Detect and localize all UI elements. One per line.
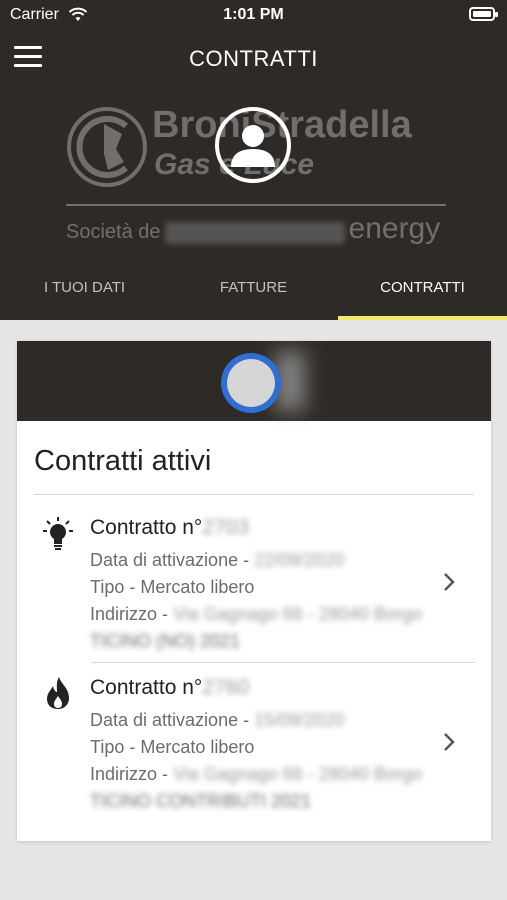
contract-item[interactable]: Contratto n°2703 Data di attivazione - 2… (17, 506, 491, 656)
chevron-right-icon (444, 573, 455, 591)
tab-contratti[interactable]: CONTRATTI (338, 270, 507, 320)
contract-title: Contratto n°2703 (90, 516, 249, 540)
activation-date: 15/09/2020 (254, 710, 345, 730)
logo-text-company: Società de energy (66, 212, 440, 246)
contracts-card: Contratti attivi Contratto n°2703 Data d… (17, 341, 491, 841)
address-continued: TICINO (NO) 2021 (90, 631, 241, 651)
profile-badge (221, 353, 281, 413)
address-continued: TICINO CONTRIBUTI 2021 (90, 791, 312, 811)
tab-fatture[interactable]: FATTURE (169, 270, 338, 320)
clock: 1:01 PM (223, 6, 284, 23)
activation-date: 22/09/2020 (254, 550, 345, 570)
contract-activation: Data di attivazione - 22/09/2020 (90, 550, 344, 571)
section-title: Contratti attivi (34, 445, 212, 477)
app-header: CONTRATTI BroniStradella Gas e Luce Soci… (0, 30, 507, 320)
redacted-company-name (164, 221, 345, 244)
battery-icon (469, 7, 498, 21)
status-bar: Carrier 1:01 PM (0, 0, 507, 30)
activation-label: Data di attivazione - (90, 710, 255, 730)
tab-i-tuoi-dati[interactable]: I TUOI DATI (0, 270, 169, 320)
address-label: Indirizzo - (90, 764, 174, 784)
contract-item[interactable]: Contratto n°2760 Data di attivazione - 1… (17, 666, 491, 816)
contract-activation: Data di attivazione - 15/09/2020 (90, 710, 344, 731)
logo-mark-icon (67, 107, 147, 187)
chevron-right-icon (444, 733, 455, 751)
flame-icon (47, 677, 69, 709)
lightbulb-icon (43, 517, 73, 550)
address-value: Via Gagnago 66 - 28040 Borgo (173, 604, 422, 624)
address-value: Via Gagnago 66 - 28040 Borgo (173, 764, 422, 784)
contract-title-prefix: Contratto n° (90, 516, 203, 539)
page-title: CONTRATTI (189, 46, 318, 71)
logo-divider (66, 204, 446, 206)
contract-title: Contratto n°2760 (90, 676, 249, 700)
contract-address: Indirizzo - Via Gagnago 66 - 28040 Borgo (90, 604, 422, 625)
tab-bar: I TUOI DATI FATTURE CONTRATTI (0, 270, 507, 320)
address-label: Indirizzo - (90, 604, 174, 624)
item-divider (91, 662, 476, 663)
contract-address: Indirizzo - Via Gagnago 66 - 28040 Borgo (90, 764, 422, 785)
contract-type: Tipo - Mercato libero (90, 577, 255, 597)
card-header (17, 341, 491, 421)
logo-company-prefix: Società de (66, 221, 161, 243)
contract-title-prefix: Contratto n° (90, 676, 203, 699)
active-tab-indicator (338, 316, 507, 320)
contract-number: 2760 (202, 676, 250, 699)
contract-type: Tipo - Mercato libero (90, 737, 255, 757)
profile-avatar[interactable] (215, 107, 291, 183)
user-icon (231, 125, 275, 167)
section-divider (34, 494, 474, 495)
contract-number: 2703 (202, 516, 250, 539)
activation-label: Data di attivazione - (90, 550, 255, 570)
logo-company-suffix: energy (348, 212, 441, 245)
